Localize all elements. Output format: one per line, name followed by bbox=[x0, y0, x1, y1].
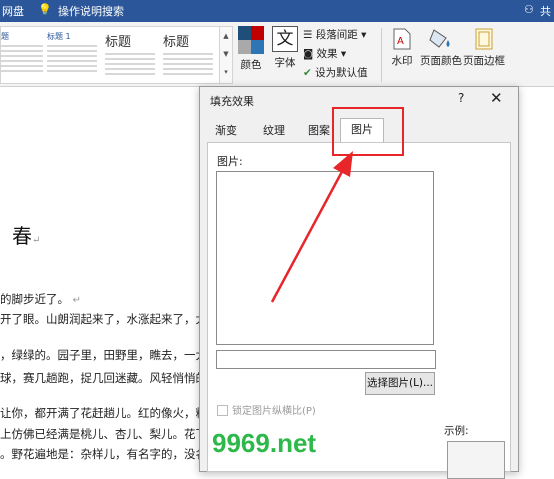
annotation-arrow bbox=[270, 151, 353, 303]
site-watermark: 9969.net bbox=[212, 428, 317, 458]
